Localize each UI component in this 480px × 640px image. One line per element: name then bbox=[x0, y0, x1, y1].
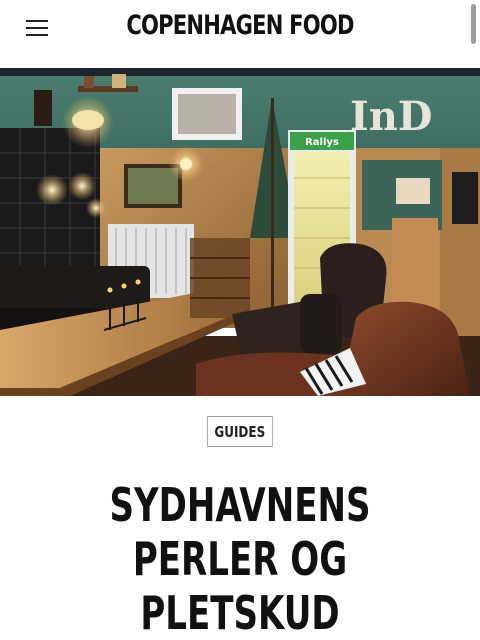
scrollbar[interactable] bbox=[471, 4, 476, 44]
category-tag[interactable]: GUIDES bbox=[207, 416, 273, 447]
fridge-brand-label: Rallys bbox=[305, 137, 339, 148]
wall-sign-text: InD bbox=[350, 93, 432, 140]
hamburger-menu-icon[interactable] bbox=[22, 16, 52, 40]
hero-image: InD Rallys bbox=[0, 68, 480, 396]
cafe-interior-photo: InD Rallys bbox=[0, 68, 480, 396]
category-tag-wrap: GUIDES bbox=[0, 416, 480, 447]
article-title: SYDHAVNENS PERLER OG PLETSKUD bbox=[109, 478, 371, 640]
site-logo[interactable]: COPENHAGEN FOOD bbox=[53, 10, 427, 41]
top-bar: COPENHAGEN FOOD bbox=[0, 0, 480, 68]
